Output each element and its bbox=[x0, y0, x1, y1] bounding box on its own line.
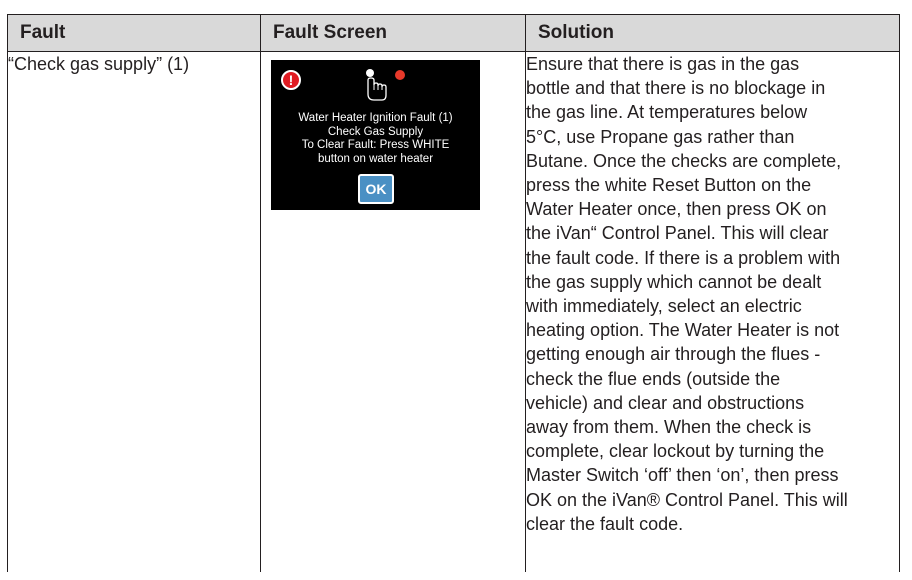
table-row: “Check gas supply” (1) ! Water Heater Ig… bbox=[7, 51, 900, 572]
solution-line: bottle and that there is no blockage in bbox=[526, 78, 826, 99]
solution-line: 5°C, use Propane gas rather than bbox=[526, 126, 795, 147]
solution-cell: Ensure that there is gas in the gas bott… bbox=[525, 51, 900, 572]
solution-line: Ensure that there is gas in the gas bbox=[526, 54, 800, 74]
solution-line: with immediately, select an electric bbox=[526, 296, 802, 317]
solution-line: Water Heater once, then press OK on bbox=[526, 199, 827, 220]
fault-message-line: Check Gas Supply bbox=[327, 125, 424, 138]
exclamation-circle-icon: ! bbox=[281, 70, 301, 90]
fault-message-line: Water Heater Ignition Fault (1) bbox=[298, 112, 453, 124]
fault-message-line: To Clear Fault: Press WHITE bbox=[301, 139, 450, 151]
solution-line: the iVan“ Control Panel. This will clear bbox=[526, 223, 829, 244]
solution-line: heating option. The Water Heater is not bbox=[526, 320, 840, 341]
solution-line: press the white Reset Button on the bbox=[526, 175, 812, 196]
solution-line: the gas supply which cannot be dealt bbox=[526, 271, 822, 292]
page: Fault Fault Screen Solution “Check gas s… bbox=[0, 0, 912, 580]
status-dot-icon bbox=[395, 70, 405, 80]
solution-line: clear the fault code. bbox=[526, 513, 684, 534]
solution-line: Master Switch ‘off’ then ‘on’, then pres… bbox=[526, 465, 839, 486]
fault-message: Water Heater Ignition Fault (1) Check Ga… bbox=[271, 112, 480, 166]
fault-message-line: button on water heater bbox=[317, 152, 434, 165]
header-fault: Fault bbox=[7, 14, 261, 52]
solution-line: the gas line. At temperatures below bbox=[526, 102, 808, 123]
fault-screen-cell: ! Water Heater Ignition Fault (1) Check … bbox=[260, 51, 526, 572]
fault-table: Fault Fault Screen Solution “Check gas s… bbox=[7, 14, 900, 572]
solution-line: getting enough air through the flues - bbox=[526, 344, 821, 365]
pointing-hand-icon bbox=[366, 69, 387, 101]
ok-button[interactable]: OK bbox=[358, 174, 394, 204]
solution-line: Butane. Once the checks are complete, bbox=[526, 150, 842, 171]
solution-line: complete, clear lockout by turning the bbox=[526, 441, 825, 462]
table-header-row: Fault Fault Screen Solution bbox=[7, 14, 900, 52]
fault-cell: “Check gas supply” (1) bbox=[7, 51, 261, 572]
solution-line: the fault code. If there is a problem wi… bbox=[526, 247, 841, 268]
solution-line: check the flue ends (outside the bbox=[526, 368, 781, 389]
solution-line: vehicle) and clear and obstructions bbox=[526, 392, 805, 413]
solution-line: away from them. When the check is bbox=[526, 417, 812, 438]
fault-screen: ! Water Heater Ignition Fault (1) Check … bbox=[271, 60, 480, 210]
header-solution: Solution bbox=[525, 14, 900, 52]
header-fault-screen: Fault Screen bbox=[260, 14, 526, 52]
solution-line: OK on the iVan® Control Panel. This will bbox=[526, 489, 848, 510]
